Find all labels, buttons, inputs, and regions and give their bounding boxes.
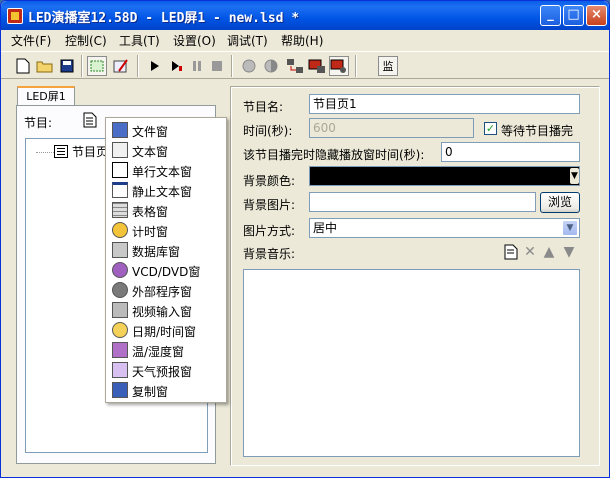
menu-item-file-window[interactable]: 文件窗 [108,120,224,140]
menu-file[interactable]: 文件(F) [11,32,51,49]
menu-item-temperature-humidity[interactable]: 温/湿度窗 [108,340,224,360]
contrast-icon[interactable] [261,56,281,76]
background-color-picker[interactable]: ▼ [309,166,580,186]
time-label: 时间(秒): [243,124,293,138]
background-music-label: 背景音乐: [243,247,296,261]
properties-panel: 节目名: 节目页1 时间(秒): 600 ✓ 等待节目播完 该节目播完时隐藏播放… [230,86,600,466]
app-icon [7,8,23,24]
network-icon[interactable] [285,56,305,76]
image-mode-value: 居中 [313,221,338,235]
menu-item-table-window[interactable]: 表格窗 [108,200,224,220]
screen-capture-icon[interactable] [329,56,349,76]
delete-music-icon[interactable]: ✕ [522,244,538,260]
add-program-icon[interactable] [83,112,99,128]
menu-settings[interactable]: 设置(O) [173,32,216,49]
program-page-icon [54,145,68,158]
minimize-button[interactable]: _ [540,5,561,26]
wait-program-checkbox[interactable]: ✓ [484,122,497,135]
move-down-icon[interactable]: ▼ [561,244,577,260]
menu-item-database-window[interactable]: 数据库窗 [108,240,224,260]
menu-tools[interactable]: 工具(T) [119,32,160,49]
weather-icon [112,362,128,378]
save-icon[interactable] [57,56,77,76]
tree-connector [36,152,54,153]
toolbar-separator [355,55,357,77]
background-image-input[interactable] [309,192,536,212]
single-line-text-icon [112,162,128,178]
monitor-button[interactable]: 监 [378,56,398,76]
background-color-label: 背景颜色: [243,174,296,188]
menu-item-copy-window[interactable]: 复制窗 [108,380,224,400]
new-file-icon[interactable] [13,56,33,76]
play-from-icon[interactable] [167,56,187,76]
toolbar-separator [137,55,139,77]
image-mode-label: 图片方式: [243,224,296,238]
window-title: LED演播室12.58D - LED屏1 - new.lsd * [28,11,300,26]
image-mode-select[interactable]: 居中 ▼ [309,218,580,238]
screen-send-icon[interactable] [307,56,327,76]
clock-icon [112,322,128,338]
hide-time-label: 该节目播完时隐藏播放窗时间(秒): [243,148,425,162]
add-music-icon[interactable] [503,244,519,260]
time-input[interactable]: 600 [309,118,474,138]
external-program-icon [112,282,128,298]
add-window-context-menu: 文件窗 文本窗 单行文本窗 静止文本窗 表格窗 计时窗 数据库窗 VCD/DVD… [105,117,227,403]
menu-help[interactable]: 帮助(H) [281,32,323,49]
static-text-icon [112,182,128,198]
menu-item-timer-window[interactable]: 计时窗 [108,220,224,240]
temperature-humidity-icon [112,342,128,358]
program-name-label: 节目名: [243,100,284,114]
video-input-icon [112,302,128,318]
menu-item-external-program[interactable]: 外部程序窗 [108,280,224,300]
browse-button[interactable]: 浏览 [540,192,580,213]
maximize-button[interactable]: □ [563,5,584,26]
stop-icon[interactable] [207,56,227,76]
title-bar[interactable]: LED演播室12.58D - LED屏1 - new.lsd * _ □ × [1,1,609,30]
menu-item-static-text[interactable]: 静止文本窗 [108,180,224,200]
tab-led-screen-1[interactable]: LED屏1 [17,86,75,106]
file-window-icon [112,122,128,138]
hide-time-input[interactable]: 0 [441,142,580,162]
toolbar-separator [231,55,233,77]
edit-grid-icon[interactable] [111,56,131,76]
menu-item-text-window[interactable]: 文本窗 [108,140,224,160]
menu-bar: 文件(F) 控制(C) 工具(T) 设置(O) 调试(T) 帮助(H) [1,30,609,50]
database-window-icon [112,242,128,258]
chevron-down-icon[interactable]: ▼ [570,168,579,184]
brightness-icon[interactable] [239,56,259,76]
main-window: LED演播室12.58D - LED屏1 - new.lsd * _ □ × 文… [0,0,610,478]
timer-window-icon [112,222,128,238]
background-image-label: 背景图片: [243,198,296,212]
menu-control[interactable]: 控制(C) [65,32,107,49]
menu-item-date-time[interactable]: 日期/时间窗 [108,320,224,340]
menu-item-vcd-dvd-window[interactable]: VCD/DVD窗 [108,260,224,280]
close-button[interactable]: × [586,5,607,26]
program-label: 节目: [24,116,53,130]
open-folder-icon[interactable] [35,56,55,76]
table-window-icon [112,202,128,218]
toolbar: 监 [1,51,609,79]
play-icon[interactable] [145,56,165,76]
music-list[interactable] [243,269,580,457]
toolbar-separator [81,55,83,77]
text-window-icon [112,142,128,158]
menu-debug[interactable]: 调试(T) [227,32,268,49]
move-up-icon[interactable]: ▲ [541,244,557,260]
grid-icon[interactable] [87,56,107,76]
wait-program-label: 等待节目播完 [501,124,574,138]
menu-item-video-input[interactable]: 视频输入窗 [108,300,224,320]
copy-window-icon [112,382,128,398]
chevron-down-icon[interactable]: ▼ [562,220,578,236]
pause-icon[interactable] [187,56,207,76]
program-name-input[interactable]: 节目页1 [309,94,580,114]
menu-item-single-line-text[interactable]: 单行文本窗 [108,160,224,180]
menu-item-weather[interactable]: 天气预报窗 [108,360,224,380]
vcd-dvd-icon [112,262,128,278]
